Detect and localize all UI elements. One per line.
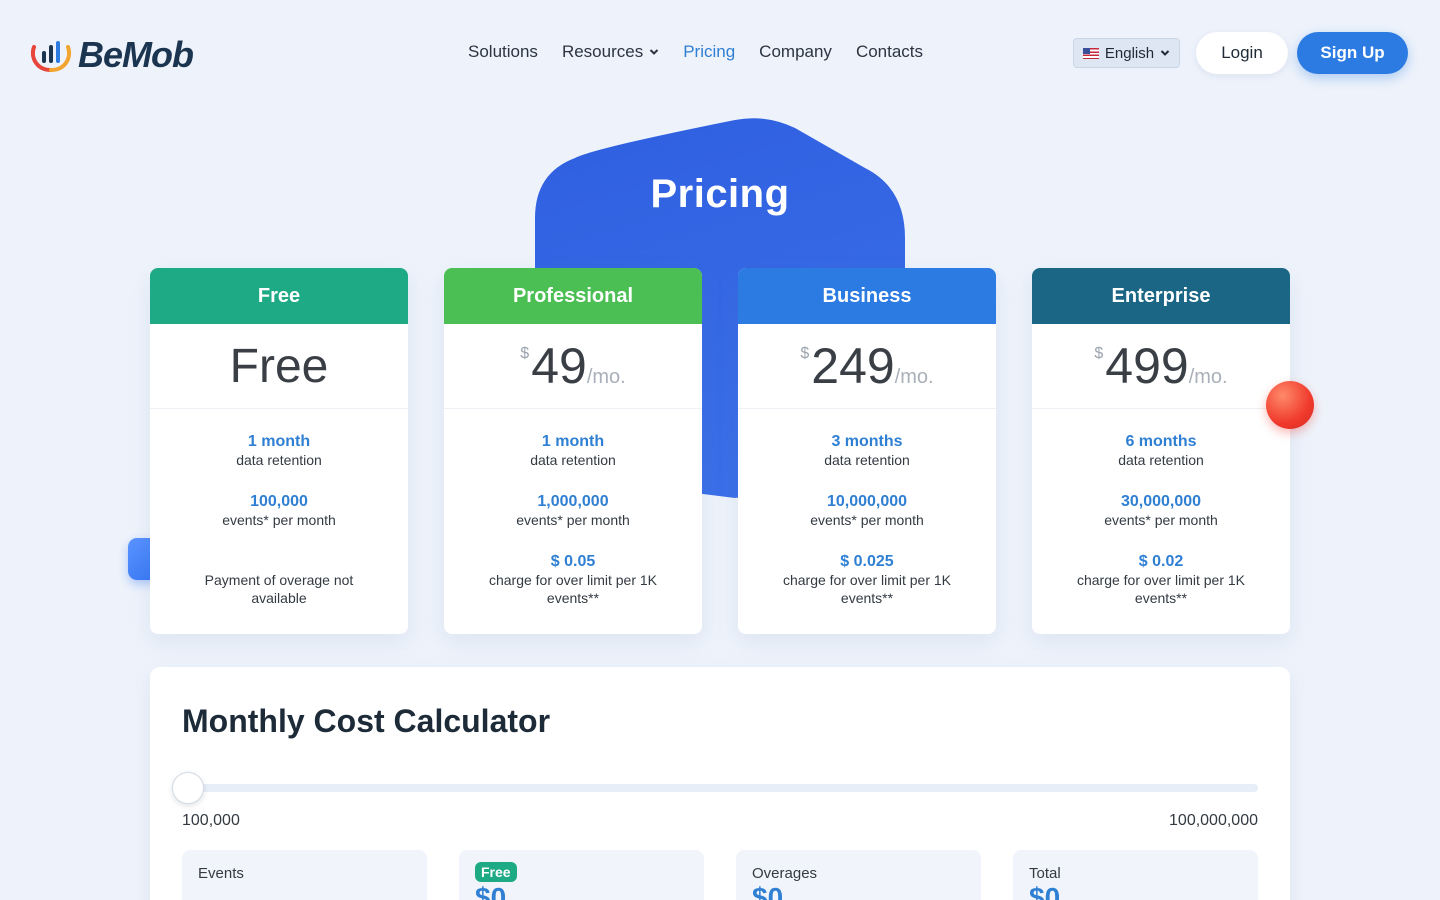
plan-name: Enterprise: [1032, 268, 1290, 324]
result-label: Events: [198, 865, 244, 882]
result-value: $0: [752, 882, 784, 900]
feature-desc: data retention: [824, 452, 910, 468]
result-label: Overages: [752, 865, 818, 882]
result-total: Total $0: [1013, 850, 1258, 900]
feature-value: 1 month: [541, 433, 605, 450]
feature-desc: data retention: [530, 452, 616, 468]
feature-overage: $ 0.025 charge for over limit per 1K eve…: [738, 553, 996, 607]
price-period: /mo.: [894, 366, 934, 388]
feature-value: 100,000: [250, 493, 308, 510]
feature-events: 10,000,000 events* per month: [738, 493, 996, 529]
us-flag-icon: [1082, 47, 1099, 59]
header: BeMob Solutions Resources Pricing Compan…: [0, 0, 1440, 105]
feature-events: 100,000 events* per month: [150, 493, 408, 529]
feature-events: 1,000,000 events* per month: [444, 493, 702, 529]
plan-name: Professional: [444, 268, 702, 324]
language-label: English: [1104, 44, 1155, 62]
feature-value: $ 0.02: [1138, 553, 1184, 570]
nav-resources-label: Resources: [561, 42, 644, 61]
slider-max-label: 100,000,000: [1169, 812, 1258, 829]
nav-contacts[interactable]: Contacts: [856, 42, 923, 62]
result-value: $0: [1029, 882, 1061, 900]
plan-card-enterprise: Enterprise $ 499 /mo. 6 months data rete…: [1032, 268, 1290, 634]
plan-price: $ 499 /mo.: [1032, 324, 1290, 409]
result-label: Total: [1029, 865, 1061, 882]
plan-price: $ 249 /mo.: [738, 324, 996, 409]
feature-retention: 6 months data retention: [1032, 433, 1290, 469]
plan-price: $ 49 /mo.: [444, 324, 702, 409]
feature-overage: Payment of overage not available: [150, 571, 408, 607]
price-amount: 249: [811, 338, 895, 394]
nav-company[interactable]: Company: [759, 42, 832, 62]
logo[interactable]: BeMob: [30, 34, 194, 76]
feature-desc: events* per month: [222, 512, 336, 528]
feature-events: 30,000,000 events* per month: [1032, 493, 1290, 529]
plan-card-professional: Professional $ 49 /mo. 1 month data rete…: [444, 268, 702, 634]
plan-card-business: Business $ 249 /mo. 3 months data retent…: [738, 268, 996, 634]
events-slider-thumb[interactable]: [172, 772, 204, 804]
plan-badge: Free: [475, 862, 517, 882]
chevron-down-icon: [1160, 50, 1170, 56]
main-nav: Solutions Resources Pricing Company Cont…: [468, 42, 923, 62]
calculator-title: Monthly Cost Calculator: [182, 703, 551, 739]
feature-desc: charge for over limit per 1K events**: [488, 572, 658, 606]
price-period: /mo.: [1188, 366, 1228, 388]
price-text: Free: [229, 339, 329, 393]
price-period: /mo.: [586, 366, 626, 388]
plan-card-free: Free Free 1 month data retention 100,000…: [150, 268, 408, 634]
result-events: Events: [182, 850, 427, 900]
logo-chart-icon: [30, 41, 72, 73]
feature-desc: events* per month: [516, 512, 630, 528]
plan-name: Free: [150, 268, 408, 324]
plan-name: Business: [738, 268, 996, 324]
nav-pricing[interactable]: Pricing: [683, 42, 735, 62]
feature-value: 3 months: [831, 433, 903, 450]
feature-desc: charge for over limit per 1K events**: [1076, 572, 1246, 606]
events-slider-track[interactable]: [188, 784, 1258, 792]
feature-value: 1 month: [247, 433, 311, 450]
feature-desc: charge for over limit per 1K events**: [782, 572, 952, 606]
feature-value: $ 0.025: [840, 553, 894, 570]
chevron-down-icon: [649, 49, 659, 55]
feature-desc: data retention: [1118, 452, 1204, 468]
result-overages: Overages $0: [736, 850, 981, 900]
nav-solutions[interactable]: Solutions: [468, 42, 538, 62]
feature-desc: Payment of overage not available: [204, 572, 354, 606]
page-title: Pricing: [650, 172, 790, 216]
price-amount: 499: [1105, 338, 1189, 394]
feature-retention: 1 month data retention: [444, 433, 702, 469]
slider-min-label: 100,000: [182, 812, 240, 829]
feature-retention: 3 months data retention: [738, 433, 996, 469]
plan-price: Free: [150, 324, 408, 409]
language-select[interactable]: English: [1073, 38, 1180, 68]
price-currency: $: [520, 345, 530, 362]
cost-calculator: Monthly Cost Calculator 100,000 100,000,…: [150, 667, 1290, 900]
feature-value: 1,000,000: [537, 493, 609, 510]
price-currency: $: [800, 345, 810, 362]
result-value: $0: [475, 882, 507, 900]
feature-value: 6 months: [1125, 433, 1197, 450]
feature-overage: $ 0.02 charge for over limit per 1K even…: [1032, 553, 1290, 607]
login-button[interactable]: Login: [1196, 32, 1288, 74]
feature-value: $ 0.05: [550, 553, 596, 570]
feature-desc: events* per month: [810, 512, 924, 528]
signup-button[interactable]: Sign Up: [1297, 32, 1408, 74]
price-currency: $: [1094, 345, 1104, 362]
feature-retention: 1 month data retention: [150, 433, 408, 469]
result-plan: Free $0: [459, 850, 704, 900]
price-amount: 49: [531, 338, 587, 394]
feature-value: 10,000,000: [826, 493, 908, 510]
feature-desc: events* per month: [1104, 512, 1218, 528]
feature-desc: data retention: [236, 452, 322, 468]
feature-value: 30,000,000: [1120, 493, 1202, 510]
decorative-ball: [1266, 381, 1314, 429]
logo-text: BeMob: [78, 34, 194, 75]
nav-resources[interactable]: Resources: [562, 42, 659, 62]
feature-overage: $ 0.05 charge for over limit per 1K even…: [444, 553, 702, 607]
